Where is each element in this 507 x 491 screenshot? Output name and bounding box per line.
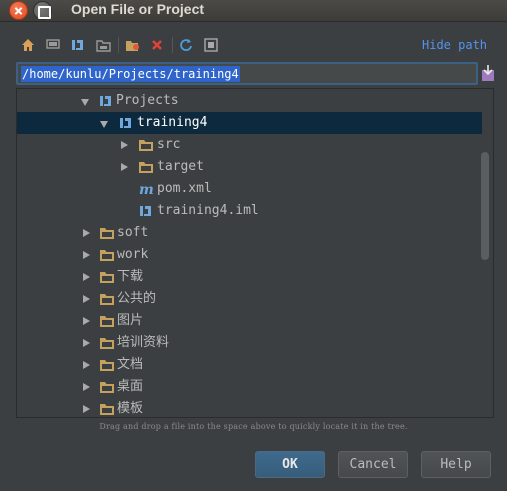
folder-icon [99,247,115,263]
tree-item-label: training4 [137,115,208,130]
tree-item[interactable]: training4.iml [17,200,482,222]
tree-item[interactable]: soft [17,222,482,244]
file-tree[interactable]: Projects training4 src target m pom.xml [16,88,494,418]
tree-item-label: Projects [116,93,179,108]
tree-item[interactable]: src [17,134,482,156]
chevron-right-icon[interactable] [81,228,91,238]
hide-path-link[interactable]: Hide path [422,37,487,53]
tree-item-label: src [157,137,181,152]
folder-icon [99,379,115,395]
module-folder-icon[interactable] [93,35,113,55]
refresh-icon[interactable] [176,35,196,55]
chevron-down-icon[interactable] [100,119,110,129]
chevron-right-icon[interactable] [119,162,129,172]
tree-item[interactable]: 培训资料 [17,332,482,354]
tree-item-label: work [117,247,149,262]
tree-item[interactable]: 图片 [17,310,482,332]
chevron-right-icon[interactable] [81,316,91,326]
chevron-right-icon[interactable] [81,338,91,348]
help-button[interactable]: Help [421,451,491,478]
folder-icon [99,335,115,351]
chevron-right-icon[interactable] [81,404,91,414]
home-icon[interactable] [18,35,38,55]
folder-icon [99,269,115,285]
show-hidden-icon[interactable] [201,35,221,55]
tree-item[interactable]: 模板 [17,398,482,417]
tree-item-label: 模板 [117,401,144,416]
title-bar: Open File or Project [0,0,507,22]
folder-icon [99,291,115,307]
tree-item-label: 桌面 [117,379,144,394]
delete-icon[interactable] [147,35,167,55]
chevron-right-icon[interactable] [81,382,91,392]
tree-item[interactable]: m pom.xml [17,178,482,200]
maven-file-icon: m [138,181,154,198]
desktop-icon[interactable] [43,35,63,55]
toolbar-separator [172,37,173,53]
tree-item-label: 文档 [117,357,144,372]
folder-icon [99,401,115,417]
tree-item[interactable]: target [17,156,482,178]
tree-item-label: soft [117,225,149,240]
folder-icon [99,225,115,241]
toolbar-separator [118,37,119,53]
chevron-right-icon[interactable] [81,272,91,282]
tree-item[interactable]: Projects [17,90,482,112]
chevron-down-icon[interactable] [81,97,91,107]
maximize-icon[interactable] [33,1,52,20]
tree-item-label: 培训资料 [117,335,170,350]
tree-item[interactable]: 文档 [17,354,482,376]
chevron-right-icon[interactable] [81,250,91,260]
folder-icon [99,313,115,329]
project-icon[interactable] [68,35,88,55]
ok-button[interactable]: OK [255,451,325,478]
path-input[interactable]: /home/kunlu/Projects/training4 [16,62,478,85]
tree-scrollbar[interactable] [481,152,489,260]
tree-item[interactable]: 桌面 [17,376,482,398]
tree-item-label: training4.iml [157,203,259,218]
tree-item-label: 图片 [117,313,144,328]
path-history-icon[interactable] [480,64,496,82]
folder-icon [138,159,154,175]
iml-file-icon [138,203,154,219]
tree-item[interactable]: work [17,244,482,266]
folder-icon [99,357,115,373]
tree-item[interactable]: 下载 [17,266,482,288]
project-icon [118,115,134,131]
close-icon[interactable] [9,1,28,20]
new-folder-icon[interactable] [122,35,142,55]
chevron-right-icon[interactable] [81,294,91,304]
chevron-right-icon[interactable] [81,360,91,370]
tree-item-label: pom.xml [157,181,212,196]
window-title: Open File or Project [71,1,205,17]
tree-item-label: 公共的 [117,291,157,306]
tree-item-label: target [157,159,204,174]
tree-item-label: 下载 [117,269,144,284]
chevron-right-icon[interactable] [119,140,129,150]
svg-text:m: m [139,182,154,197]
cancel-button[interactable]: Cancel [338,451,408,478]
path-input-text: /home/kunlu/Projects/training4 [21,66,240,82]
project-icon [98,93,114,109]
folder-icon [138,137,154,153]
toolbar [18,35,226,55]
drag-drop-hint: Drag and drop a file into the space abov… [99,422,408,431]
tree-item-selected[interactable]: training4 [17,112,482,134]
tree-item[interactable]: 公共的 [17,288,482,310]
